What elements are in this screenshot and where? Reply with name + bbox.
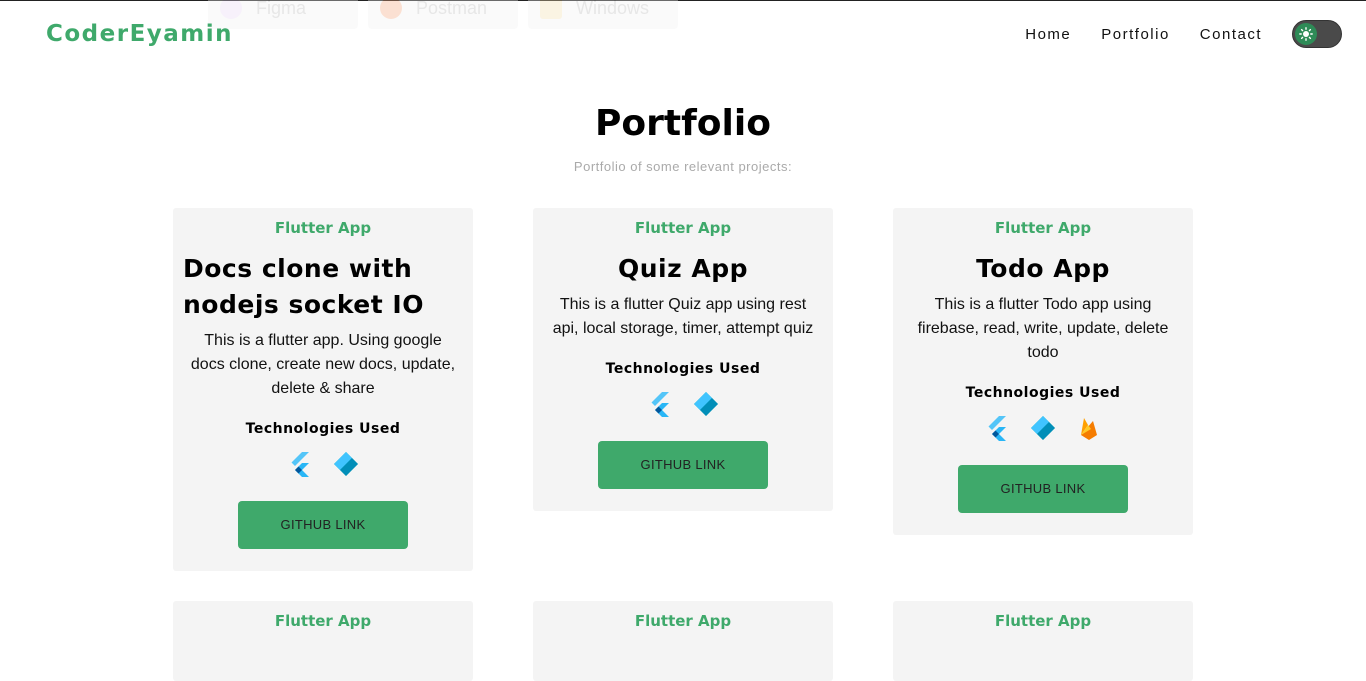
project-description: This is a flutter Quiz app using rest ap… xyxy=(552,296,814,337)
theme-toggle[interactable] xyxy=(1292,20,1342,48)
dart-icon xyxy=(334,452,358,476)
tech-heading: Technologies Used xyxy=(605,361,761,377)
project-category: Flutter App xyxy=(274,612,372,630)
project-card: Flutter App Quiz App This is a flutter Q… xyxy=(533,208,833,511)
flutter-icon xyxy=(988,416,1006,441)
project-category: Flutter App xyxy=(634,219,732,237)
tech-icons xyxy=(543,391,823,417)
project-category: Flutter App xyxy=(274,219,372,237)
project-card: Flutter App xyxy=(893,601,1193,681)
section-title: Portfolio xyxy=(595,103,771,144)
tech-icons xyxy=(183,451,463,477)
project-category: Flutter App xyxy=(994,219,1092,237)
project-title: Docs clone with nodejs socket IO xyxy=(183,254,424,319)
dart-icon xyxy=(1031,416,1055,440)
flutter-icon xyxy=(291,452,309,477)
top-navbar: CoderEyamin Home Portfolio Contact xyxy=(0,1,1366,67)
nav-link-home[interactable]: Home xyxy=(1025,26,1071,43)
tech-icons xyxy=(903,415,1183,441)
project-card: Flutter App Todo App This is a flutter T… xyxy=(893,208,1193,535)
project-card: Flutter App Docs clone with nodejs socke… xyxy=(173,208,473,571)
project-category: Flutter App xyxy=(634,612,732,630)
brand-logo[interactable]: CoderEyamin xyxy=(46,21,233,47)
firebase-icon xyxy=(1081,418,1097,440)
project-card: Flutter App xyxy=(173,601,473,681)
project-card: Flutter App xyxy=(533,601,833,681)
github-link-button[interactable]: GITHUB LINK xyxy=(598,441,768,489)
tech-heading: Technologies Used xyxy=(965,385,1121,401)
github-link-button[interactable]: GITHUB LINK xyxy=(958,465,1128,513)
nav-link-contact[interactable]: Contact xyxy=(1200,26,1262,43)
tech-heading: Technologies Used xyxy=(245,421,401,437)
flutter-icon xyxy=(651,392,669,417)
section-subtitle: Portfolio of some relevant projects: xyxy=(573,159,793,174)
nav-link-portfolio[interactable]: Portfolio xyxy=(1101,26,1170,43)
dart-icon xyxy=(694,392,718,416)
project-title: Todo App xyxy=(976,254,1110,283)
nav-menu: Home Portfolio Contact xyxy=(1025,20,1342,48)
github-link-button[interactable]: GITHUB LINK xyxy=(238,501,408,549)
project-description: This is a flutter Todo app using firebas… xyxy=(917,296,1169,361)
project-description: This is a flutter app. Using google docs… xyxy=(190,332,456,397)
sun-icon xyxy=(1295,23,1317,45)
project-title: Quiz App xyxy=(617,254,748,283)
project-category: Flutter App xyxy=(994,612,1092,630)
